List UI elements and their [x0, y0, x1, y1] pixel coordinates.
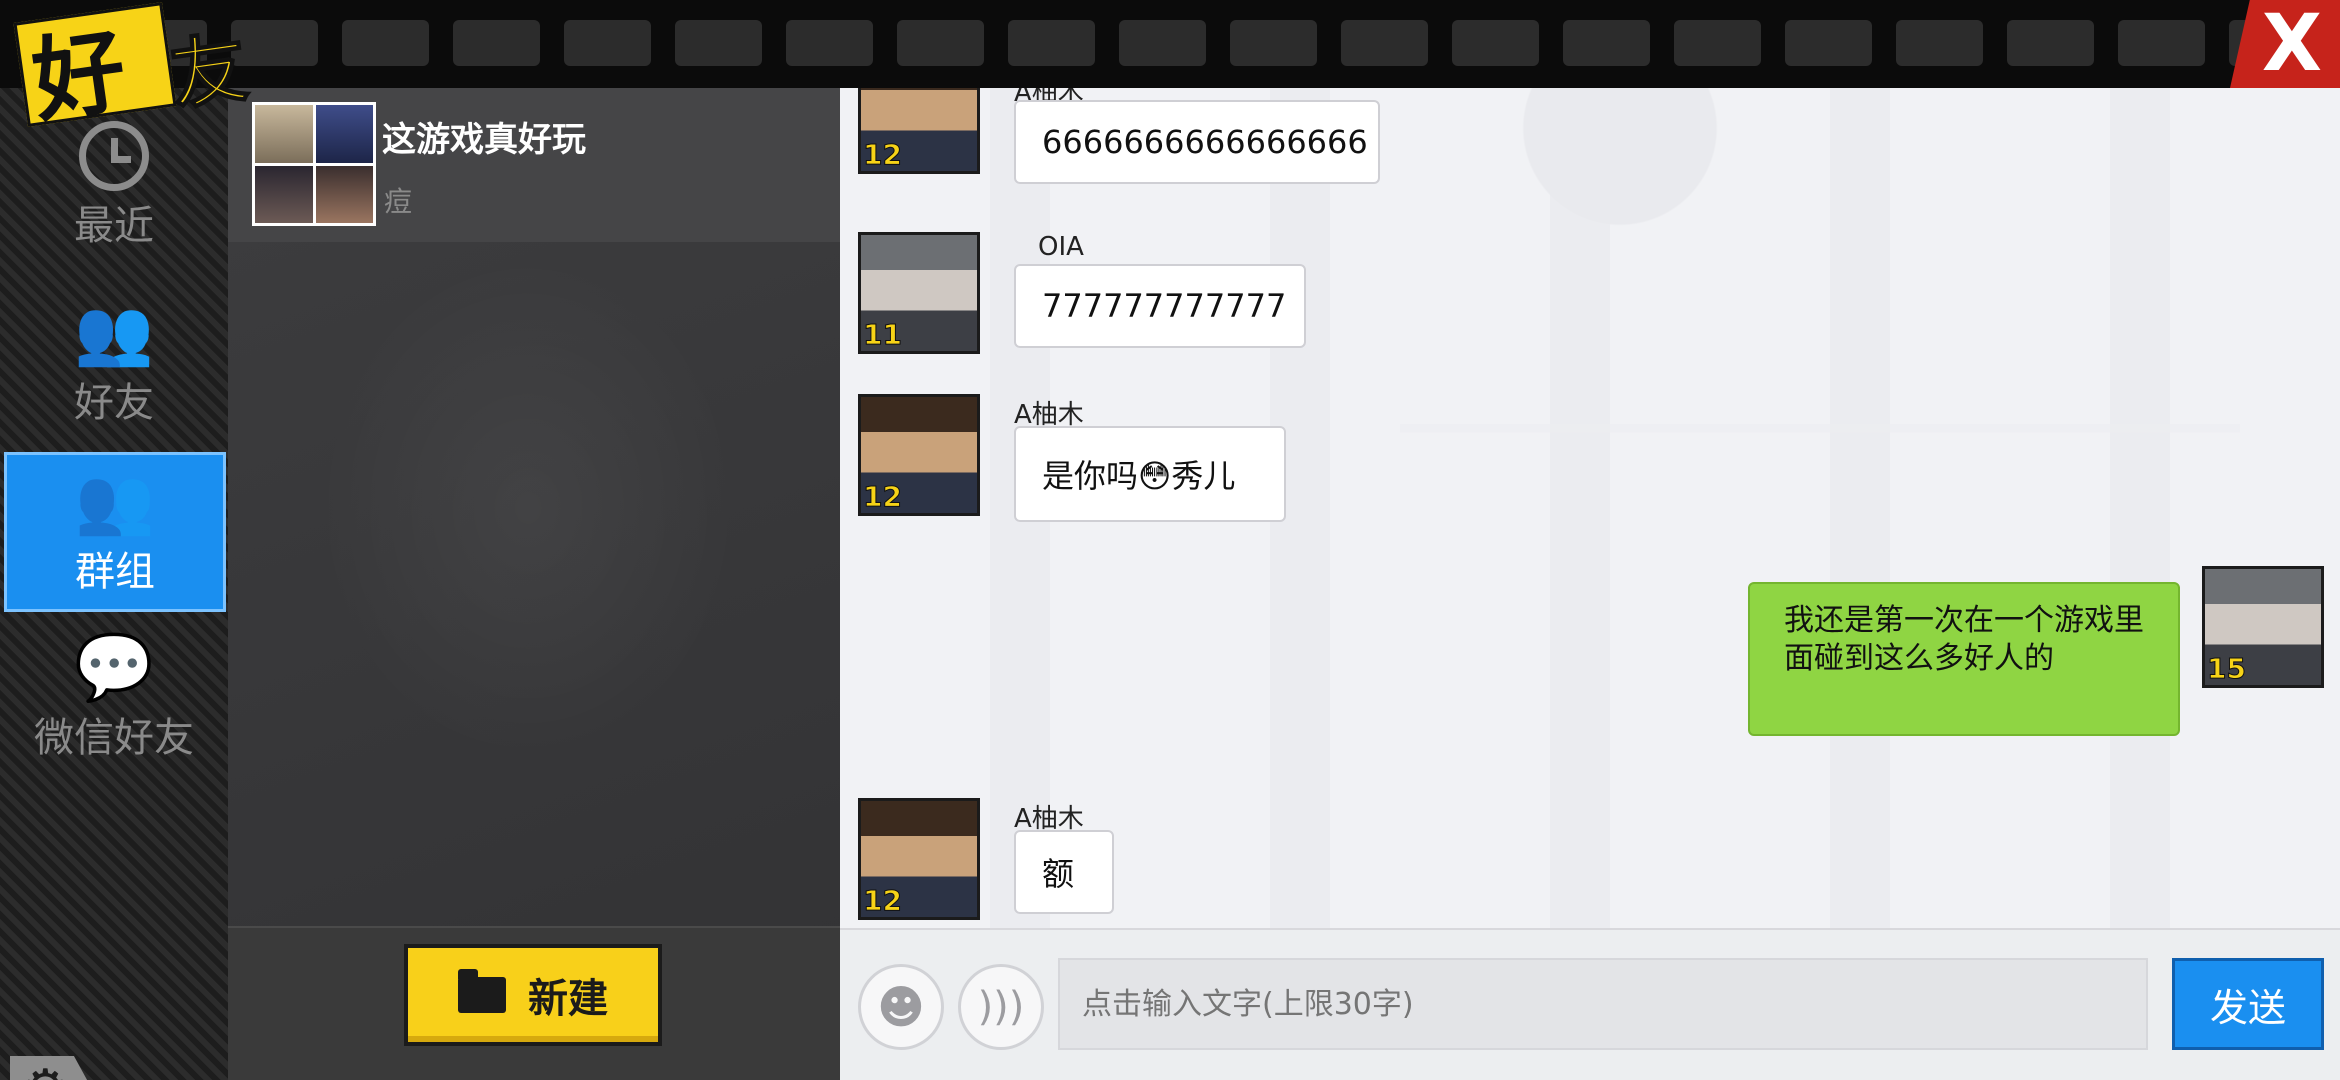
voice-icon: )))	[977, 984, 1025, 1030]
friends-icon: 👥	[74, 296, 154, 370]
settings-button[interactable]: ⚙	[10, 1056, 92, 1080]
new-group-button[interactable]: 新建	[404, 944, 662, 1046]
sidebar-item-label: 好友	[74, 380, 154, 426]
avatar[interactable]: 12	[858, 394, 980, 516]
message-bubble: 额	[1014, 830, 1114, 914]
top-bar	[0, 0, 2340, 88]
avatar[interactable]: 12	[858, 798, 980, 920]
level-badge: 12	[863, 138, 903, 172]
smiley-icon: ☻	[877, 980, 925, 1034]
avatar[interactable]: 11	[858, 232, 980, 354]
group-last-message: 痘	[384, 185, 413, 218]
sender-name: OIA	[1038, 232, 1084, 262]
group-list-item[interactable]: 这游戏真好玩 痘	[228, 88, 840, 242]
sidebar-item-label: 最近	[74, 203, 154, 249]
level-badge: 15	[2207, 652, 2247, 686]
gear-icon: ⚙	[22, 1059, 69, 1080]
chat-input-bar: ☻ ))) 发送	[840, 928, 2340, 1080]
sidebar-item-label: 群组	[75, 549, 155, 595]
sidebar-item-groups[interactable]: 👥 群组	[4, 452, 226, 612]
group-icon: 👥	[75, 465, 155, 539]
wechat-icon: 💬	[74, 631, 154, 705]
voice-button[interactable]: )))	[958, 964, 1044, 1050]
sidebar: 最近 👥 好友 👥 群组 💬 微信好友 ⚙	[0, 88, 228, 1080]
my-avatar[interactable]: 15	[2202, 566, 2324, 688]
level-badge: 11	[863, 318, 903, 352]
group-name: 这游戏真好玩	[382, 120, 586, 160]
sidebar-item-friends[interactable]: 👥 好友	[0, 298, 228, 428]
folder-icon	[458, 969, 506, 1013]
level-badge: 12	[863, 884, 903, 918]
title-char-1: 好	[25, 16, 133, 136]
group-avatar	[252, 102, 376, 226]
message-bubble: 6666666666666666	[1014, 100, 1380, 184]
message-input[interactable]	[1058, 958, 2148, 1050]
sidebar-item-wechat-friends[interactable]: 💬 微信好友	[0, 618, 228, 778]
title-char-2: 友	[164, 21, 254, 122]
film-strip-decoration	[120, 20, 2340, 66]
close-icon: X	[2261, 0, 2323, 89]
message-bubble: 是你吗😳秀儿	[1014, 426, 1286, 522]
page-title-logo: 好 友	[13, 2, 260, 136]
send-button[interactable]: 发送	[2172, 958, 2324, 1050]
level-badge: 12	[863, 480, 903, 514]
my-message-bubble: 我还是第一次在一个游戏里面碰到这么多好人的	[1748, 582, 2180, 736]
group-list-panel: 这游戏真好玩 痘 新建	[228, 88, 840, 1080]
avatar[interactable]: 12	[858, 88, 980, 174]
message-bubble: 777777777777	[1014, 264, 1306, 348]
chat-panel[interactable]: 12 A柚木 6666666666666666 11 OIA 777777777…	[840, 88, 2340, 928]
emoji-button[interactable]: ☻	[858, 964, 944, 1050]
sidebar-item-label: 微信好友	[34, 715, 194, 761]
new-group-label: 新建	[528, 976, 608, 1022]
